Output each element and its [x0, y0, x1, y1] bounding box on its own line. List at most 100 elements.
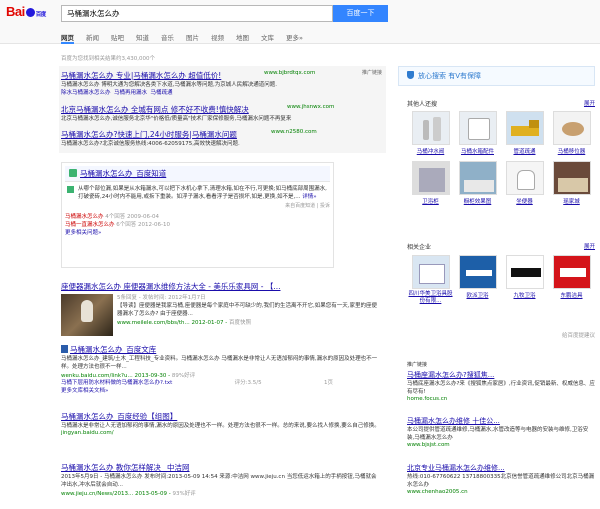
product-image: [552, 161, 591, 195]
related-searches-title: 其他人还搜: [407, 101, 438, 108]
product-image: [411, 161, 450, 195]
search-result: 马桶漏水怎么办_百度经验【组图】 马桶漏水是非常让人无语加郁闷的事情,漏水的原因…: [61, 411, 381, 436]
side-ad-url[interactable]: home.focus.cn: [407, 396, 595, 402]
wenku-doc-link[interactable]: 马桶下层用防水材料做的马桶漏水怎么办?.txt: [61, 379, 172, 387]
ad-title[interactable]: 马桶漏水怎么办?快速上门,24小时服务|马桶漏水问题: [61, 129, 379, 140]
product-image: [458, 111, 497, 145]
zhidao-icon: [69, 169, 77, 177]
paw-icon: [25, 8, 35, 17]
zhidao-question[interactable]: 马桶漏水怎么办: [65, 214, 104, 220]
result-thumbnail[interactable]: [61, 294, 113, 336]
tab-more[interactable]: 更多»: [286, 32, 303, 44]
ad-url[interactable]: www.bjbrdtqx.com: [264, 70, 315, 76]
ad-tag[interactable]: 推广链接: [407, 361, 427, 368]
company-logo: [552, 255, 591, 289]
ad-sublink[interactable]: 马桶再用漏水: [114, 90, 147, 96]
side-ad-desc: 马桶底座漏水怎么办?来《搜狐焦点家居》,行业资讯,促销最新、权威信息、应有尽有!: [407, 381, 595, 395]
search-result: 座便器漏水怎么办 座便器漏水维修方法大全 - 美乐乐家具网 - 【... 5条回…: [61, 281, 381, 336]
side-ad: 北京专业马桶漏水怎么办维修... 热线:010-67760622 1371880…: [407, 463, 595, 495]
side-ad-title[interactable]: 马桶漏水怎么办维修 十佳公...: [407, 416, 595, 426]
feedback-link[interactable]: 给百度提建议: [562, 331, 595, 339]
tab-news[interactable]: 新闻: [86, 32, 99, 44]
side-ad-desc: 热线:010-67760622 13718800335北京信誉管道疏通维修公司北…: [407, 474, 595, 488]
tab-tieba[interactable]: 贴吧: [111, 32, 124, 44]
tab-wenku[interactable]: 文库: [261, 32, 274, 44]
company-item[interactable]: 九牧卫浴: [501, 255, 548, 305]
ad-desc: 马桶漏水怎么办?北京诚信服务热线:4006-62059175,高效快速解决问题.: [61, 141, 240, 147]
ad-sublink[interactable]: 马桶疏通: [151, 90, 173, 96]
tab-zhidao[interactable]: 知道: [136, 32, 149, 44]
side-ad-title[interactable]: 马桶座漏水怎么办?搜狐焦...: [407, 370, 595, 380]
company-item[interactable]: 东鹏洁具: [548, 255, 595, 305]
tab-music[interactable]: 音乐: [161, 32, 174, 44]
tab-video[interactable]: 视频: [211, 32, 224, 44]
product-image: [411, 111, 450, 145]
product-image: [505, 161, 544, 195]
ad-sublink[interactable]: 除水马桶漏水怎么办: [61, 90, 111, 96]
zhidao-detail-link[interactable]: 详情»: [302, 194, 316, 200]
related-item[interactable]: 管道疏通: [501, 111, 548, 155]
result-title[interactable]: 马桶漏水怎么办_百度经验【组图】: [61, 411, 381, 422]
search-button[interactable]: 百度一下: [333, 5, 388, 22]
result-desc: 【导读】座便器是我家马桶,座便器是每个家庭中不可缺少的,我们的生活离不开它,如果…: [117, 303, 377, 317]
ad-url[interactable]: www.n2580.com: [271, 129, 317, 135]
product-image: [505, 111, 544, 145]
doc-pages: 1页: [323, 380, 333, 386]
related-companies-title: 相关企业: [407, 244, 432, 251]
zhidao-question[interactable]: 马桶一直漏水怎么办: [65, 222, 115, 228]
expand-link[interactable]: 展开: [584, 242, 595, 250]
ad-url[interactable]: www.jhsnwx.com: [287, 104, 334, 110]
zhidao-more-questions[interactable]: 更多相关问题»: [65, 230, 101, 236]
result-url[interactable]: www.jieju.cn/News/2013... 2013-05-09: [61, 491, 167, 497]
related-item[interactable]: 瑶家城: [548, 161, 595, 205]
zhidao-report[interactable]: 投诉: [320, 203, 330, 209]
company-grid: 四川华美卫浴具股份有限... 欧派卫浴 九牧卫浴 东鹏洁具: [407, 255, 595, 311]
nav-tabs: 网页 新闻 贴吧 知道 音乐 图片 视频 地图 文库 更多»: [61, 32, 315, 44]
zhidao-question-meta: 4个回答 2009-06-04: [105, 214, 159, 220]
side-ad: 马桶漏水怎么办维修 十佳公... 本公司提供管道疏通维修,马桶漏水,水管改造等与…: [407, 416, 595, 448]
company-item[interactable]: 欧派卫浴: [454, 255, 501, 305]
tab-map[interactable]: 地图: [236, 32, 249, 44]
company-item[interactable]: 四川华美卫浴具股份有限...: [407, 255, 454, 305]
product-image: [552, 111, 591, 145]
shield-icon: [407, 71, 414, 79]
zhidao-answer: 从哪个部位漏,如果是从水箱漏水,可以把下水机心拿下,清理水箱,如在不行,可更换;…: [78, 186, 327, 200]
related-item[interactable]: 卫浴柜: [407, 161, 454, 205]
related-item[interactable]: 马桶水箱配件: [454, 111, 501, 155]
baidu-logo[interactable]: Bai 百度: [6, 4, 46, 19]
trust-search-banner[interactable]: 放心搜索 有V有保障: [398, 66, 595, 86]
zhidao-box: 马桶漏水怎么办_百度知道 从哪个部位漏,如果是从水箱漏水,可以把下水机心拿下,清…: [61, 162, 334, 268]
side-ad-url[interactable]: www.bjsjst.com: [407, 442, 595, 448]
result-url[interactable]: jingyan.baidu.com/: [61, 430, 381, 436]
side-ad-url[interactable]: www.chenhao2005.cn: [407, 489, 595, 495]
right-sidebar: 放心搜索 有V有保障 其他人还搜 展开 马桶冲水阀 马桶水箱配件 管道疏通 马桶…: [398, 66, 595, 509]
wenku-more-link[interactable]: 更多文库相关文档»: [61, 388, 108, 394]
ad-block: 推广链接 马桶漏水怎么办 专业|马桶漏水怎么办 超值低价! 马桶漏水怎么办 博明…: [59, 66, 386, 153]
side-ad-title[interactable]: 北京专业马桶漏水怎么办维修...: [407, 463, 595, 473]
zhidao-title[interactable]: 马桶漏水怎么办_百度知道: [80, 169, 166, 178]
related-item[interactable]: 橱柜效果图: [454, 161, 501, 205]
result-url[interactable]: www.meilele.com/bbs/th... 2012-01-07: [117, 320, 223, 326]
result-desc: 马桶漏水怎么办_建筑/土木_工程科技_专业资料。马桶漏水怎么办 马桶漏水是非常让…: [61, 356, 378, 370]
snapshot-link[interactable]: 百度快照: [229, 320, 251, 326]
zhidao-header: 马桶漏水怎么办_百度知道: [65, 166, 330, 182]
expand-link[interactable]: 展开: [584, 99, 595, 107]
company-logo: [458, 255, 497, 289]
result-rating: 89%好评: [171, 373, 196, 379]
zhidao-question-meta: 6个回答 2012-06-10: [116, 222, 170, 228]
result-title[interactable]: 马桶漏水怎么办_百度文库: [70, 345, 156, 354]
answer-icon: [67, 186, 74, 193]
ad-desc: 北京马桶漏水怎么办,诚信服务北京华"价格低/质量高"技术厂家保修服务,马桶漏水问…: [61, 116, 292, 122]
ad-title[interactable]: 马桶漏水怎么办 专业|马桶漏水怎么办 超值低价!: [61, 70, 379, 81]
related-item[interactable]: 坐便器: [501, 161, 548, 205]
tab-images[interactable]: 图片: [186, 32, 199, 44]
ad-desc: 马桶漏水怎么办 博明大通为您解决各类下水道,马桶漏水等问题,为京城人民解决通道问…: [61, 82, 277, 88]
tab-web[interactable]: 网页: [61, 32, 74, 44]
related-item[interactable]: 马桶冲水阀: [407, 111, 454, 155]
result-title[interactable]: 马桶漏水怎么办 教你怎样解决 _中洁网: [61, 462, 381, 473]
side-ad-desc: 本公司提供管道疏通维修,马桶漏水,水管改造等与电器的安装与维修,卫浴安装,马桶漏…: [407, 427, 589, 441]
search-input[interactable]: 马桶漏水怎么办: [61, 5, 333, 22]
related-item[interactable]: 马桶移位器: [548, 111, 595, 155]
result-title[interactable]: 座便器漏水怎么办 座便器漏水维修方法大全 - 美乐乐家具网 - 【...: [61, 281, 381, 292]
result-date: 5条回复 - 发帖时间: 2012年1月7日: [117, 295, 206, 301]
